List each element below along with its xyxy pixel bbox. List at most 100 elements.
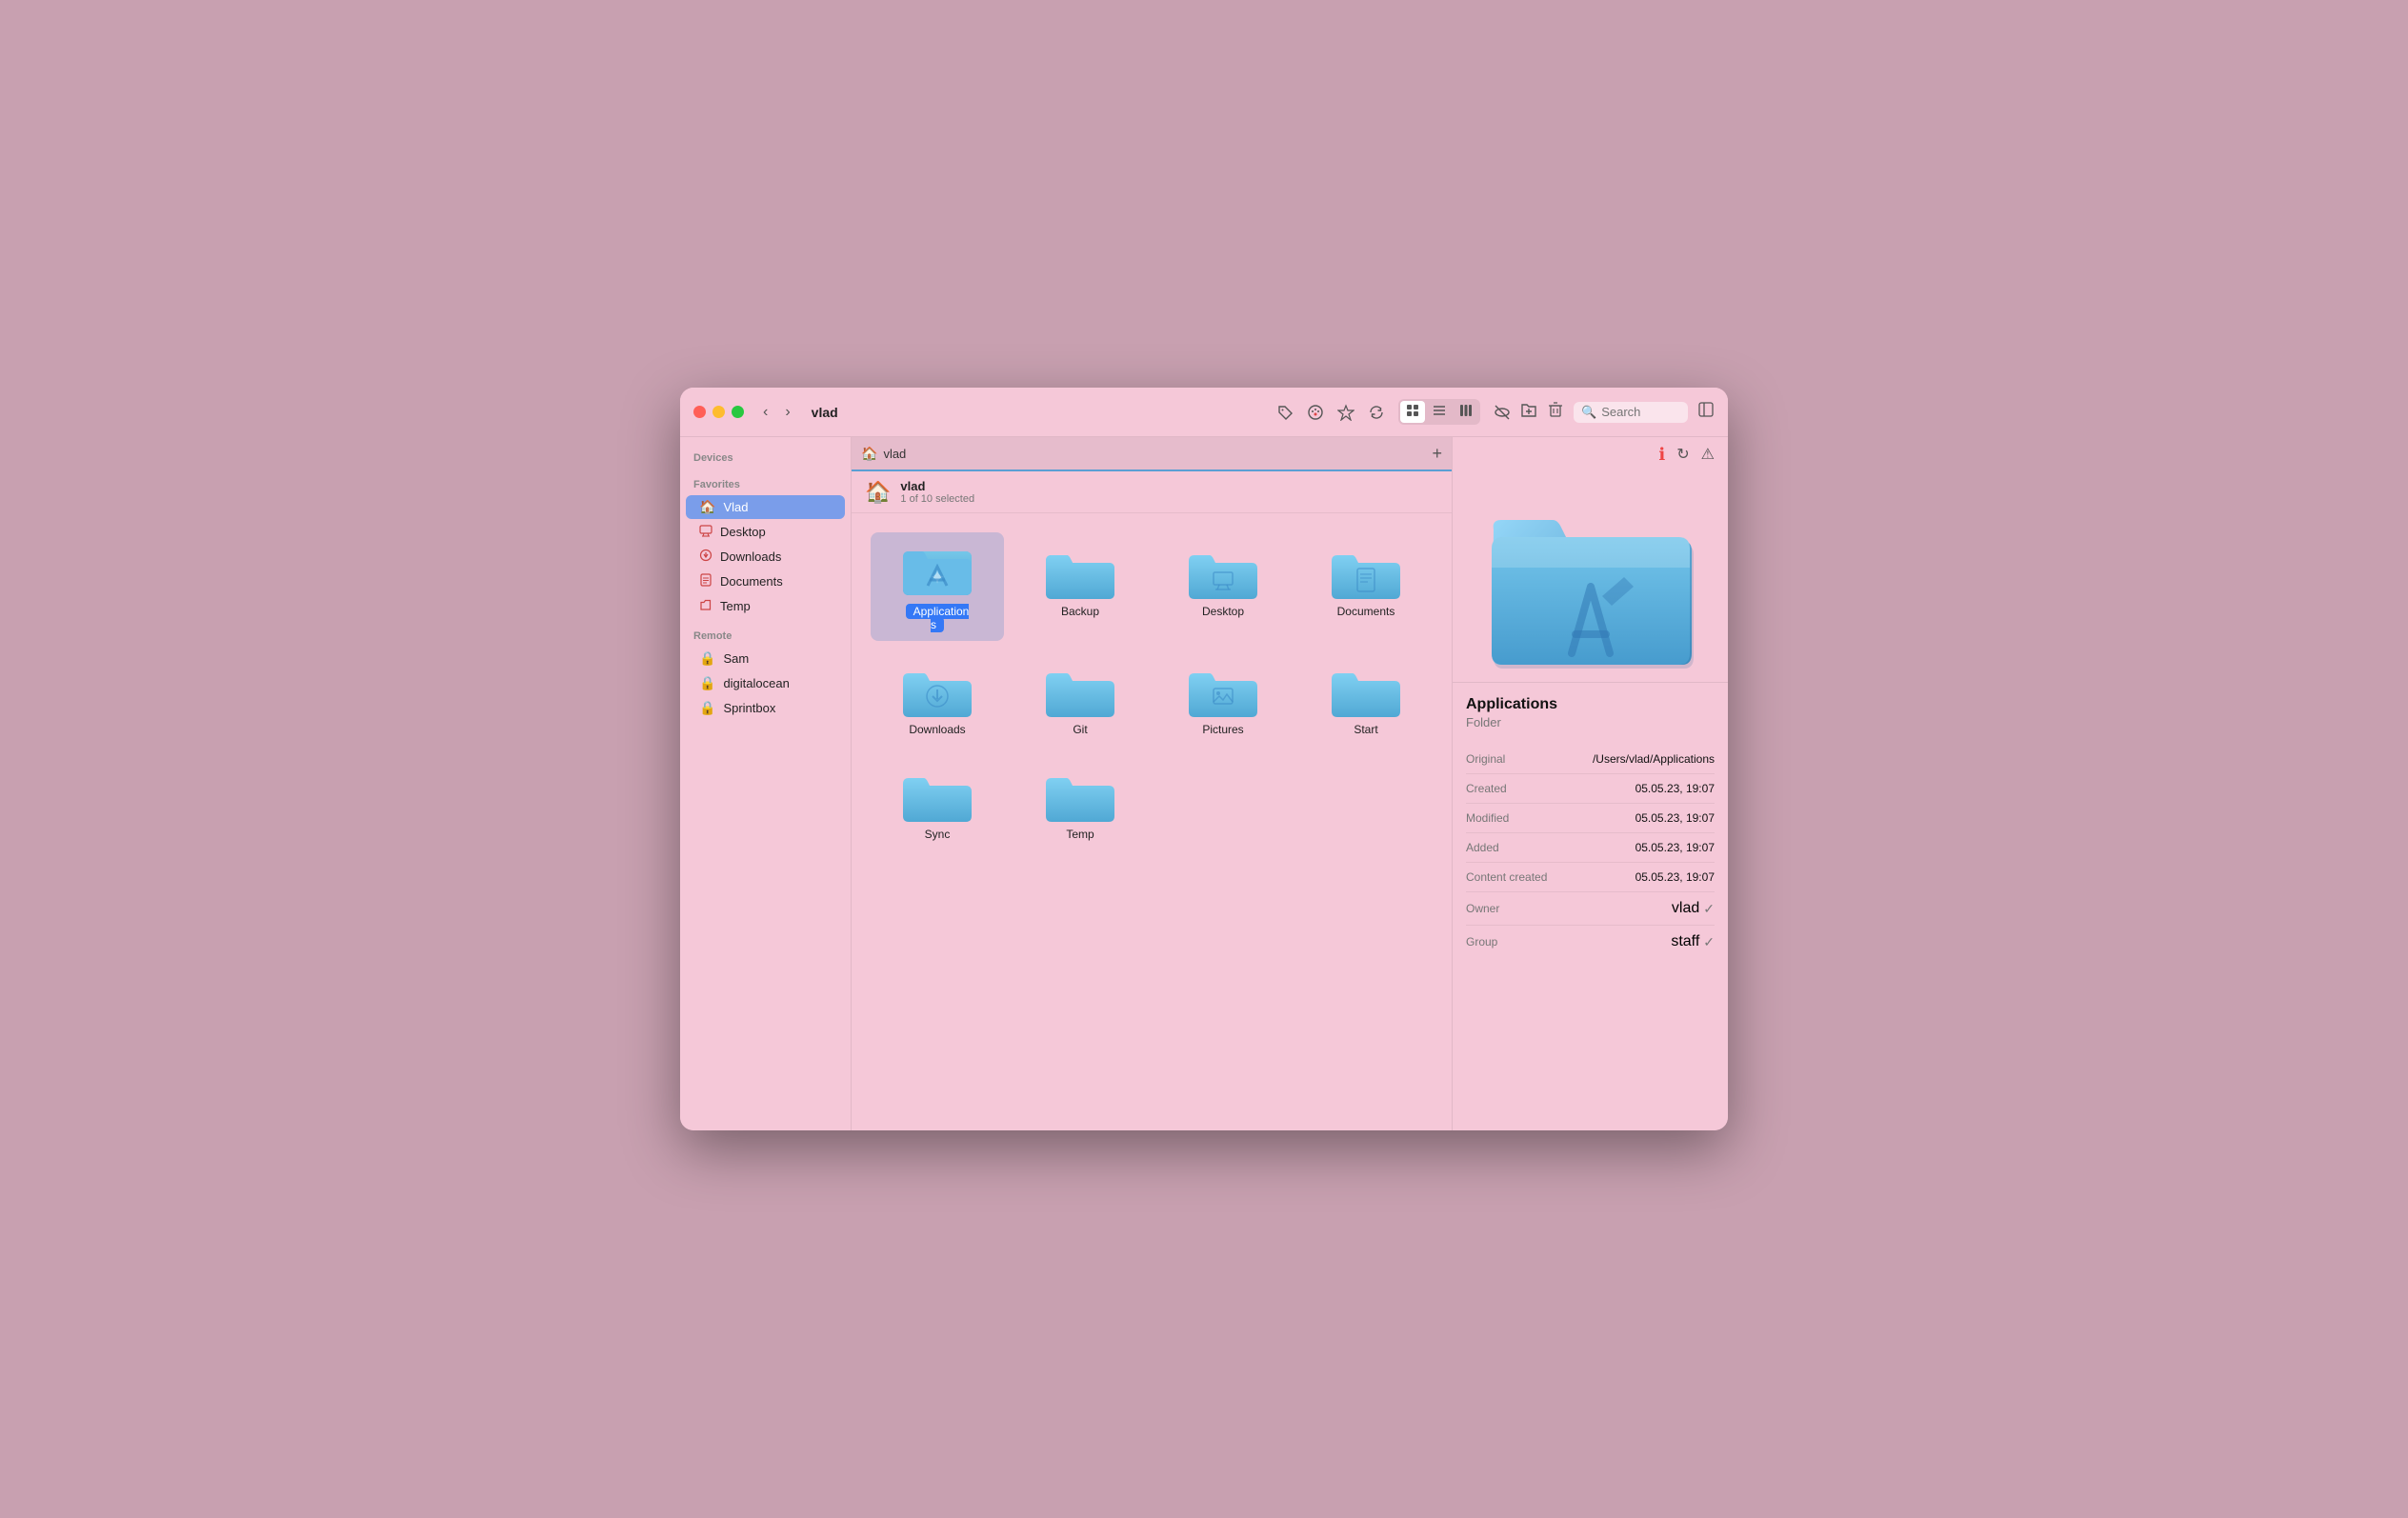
content-area: Devices Favorites 🏠 Vlad Desktop Downloa…: [680, 437, 1728, 1130]
sidebar-label-temp: Temp: [720, 599, 751, 613]
folder-header-info: vlad 1 of 10 selected: [900, 479, 974, 505]
sidebar: Devices Favorites 🏠 Vlad Desktop Downloa…: [680, 437, 852, 1130]
inspector-key-created: Created: [1466, 782, 1507, 795]
inspector-preview: [1453, 472, 1728, 683]
inspector-key-modified: Modified: [1466, 811, 1509, 825]
path-text: vlad: [883, 447, 906, 461]
inspector-val-content-created: 05.05.23, 19:07: [1635, 870, 1715, 884]
sidebar-section-devices: Devices: [680, 449, 851, 468]
hide-icon[interactable]: [1494, 404, 1511, 421]
inspector-val-added: 05.05.23, 19:07: [1635, 841, 1715, 854]
file-area: 🏠 vlad + 🏠 vlad 1 of 10 selected: [852, 437, 1452, 1130]
inspector-row-owner: Owner vlad ✓: [1466, 892, 1715, 926]
sidebar-item-vlad[interactable]: 🏠 Vlad: [686, 495, 845, 519]
tag-icon[interactable]: [1276, 404, 1294, 421]
sidebar-toggle-icon[interactable]: [1697, 401, 1715, 423]
sidebar-label-sam: Sam: [723, 651, 749, 666]
file-item-git[interactable]: Git: [1013, 650, 1147, 746]
file-item-start[interactable]: Start: [1299, 650, 1433, 746]
search-input[interactable]: [1601, 405, 1677, 419]
trash-icon[interactable]: [1547, 401, 1564, 423]
lock-sam-icon: 🔒: [699, 650, 715, 667]
applications-badge: Applications: [906, 604, 970, 632]
inspector-val-modified: 05.05.23, 19:07: [1635, 811, 1715, 825]
inspector-key-group: Group: [1466, 935, 1497, 949]
list-view-button[interactable]: [1427, 401, 1452, 423]
file-label-documents: Documents: [1337, 605, 1395, 618]
folder-header: 🏠 vlad 1 of 10 selected: [852, 471, 1452, 513]
icon-view-button[interactable]: [1400, 401, 1425, 423]
sidebar-label-digitalocean: digitalocean: [723, 676, 789, 690]
folder-header-home-icon: 🏠: [865, 480, 891, 505]
fullscreen-button[interactable]: [732, 406, 744, 418]
path-bar: 🏠 vlad +: [852, 437, 1452, 471]
lock-sprintbox-icon: 🔒: [699, 700, 715, 716]
file-item-applications[interactable]: ✦ Applications: [871, 532, 1004, 641]
inspector-subtitle: Folder: [1466, 715, 1715, 729]
documents-icon: [699, 573, 712, 589]
sidebar-item-desktop[interactable]: Desktop: [686, 520, 845, 544]
file-item-sync[interactable]: Sync: [871, 755, 1004, 850]
sidebar-item-documents[interactable]: Documents: [686, 569, 845, 593]
action-icons: [1520, 401, 1564, 423]
sidebar-item-downloads[interactable]: Downloads: [686, 545, 845, 569]
file-label-backup: Backup: [1061, 605, 1099, 618]
inspector-row-group: Group staff ✓: [1466, 926, 1715, 958]
inspector-val-created: 05.05.23, 19:07: [1635, 782, 1715, 795]
inspector-info: Applications Folder Original /Users/vlad…: [1453, 683, 1728, 971]
inspector-row-content-created: Content created 05.05.23, 19:07: [1466, 863, 1715, 892]
window-title: vlad: [812, 405, 838, 420]
file-label-start: Start: [1354, 723, 1377, 736]
file-item-backup[interactable]: Backup: [1013, 532, 1147, 641]
file-label-sync: Sync: [925, 828, 951, 841]
search-icon: 🔍: [1581, 405, 1596, 420]
inspector-key-owner: Owner: [1466, 902, 1499, 915]
sidebar-label-sprintbox: Sprintbox: [723, 701, 775, 715]
sync-icon[interactable]: [1368, 404, 1385, 421]
inspector-row-original: Original /Users/vlad/Applications: [1466, 745, 1715, 774]
minimize-button[interactable]: [712, 406, 725, 418]
toolbar-icons: [1276, 399, 1511, 425]
view-controls: [1398, 399, 1480, 425]
inspector-val-group: staff ✓: [1671, 933, 1715, 950]
path-home-icon: 🏠: [861, 446, 877, 462]
file-item-desktop[interactable]: Desktop: [1156, 532, 1290, 641]
desktop-icon: [699, 524, 712, 540]
sidebar-section-favorites: Favorites: [680, 475, 851, 494]
file-item-documents[interactable]: Documents: [1299, 532, 1433, 641]
sidebar-item-temp[interactable]: Temp: [686, 594, 845, 618]
inspector-toolbar: ℹ ↻ ⚠: [1453, 437, 1728, 472]
file-item-temp[interactable]: Temp: [1013, 755, 1147, 850]
file-item-downloads[interactable]: Downloads: [871, 650, 1004, 746]
forward-button[interactable]: ›: [781, 402, 793, 423]
file-label-pictures: Pictures: [1202, 723, 1243, 736]
sidebar-item-sprintbox[interactable]: 🔒 Sprintbox: [686, 696, 845, 720]
sidebar-item-digitalocean[interactable]: 🔒 digitalocean: [686, 671, 845, 695]
column-view-button[interactable]: [1454, 401, 1478, 423]
inspector-sync-icon[interactable]: ↻: [1676, 445, 1689, 465]
warning-icon[interactable]: ⚠: [1701, 445, 1715, 465]
new-folder-icon[interactable]: [1520, 401, 1537, 423]
inspector-key-content-created: Content created: [1466, 870, 1547, 884]
close-button[interactable]: [693, 406, 706, 418]
titlebar: ‹ › vlad: [680, 388, 1728, 437]
search-box[interactable]: 🔍: [1574, 402, 1688, 423]
file-label-desktop: Desktop: [1202, 605, 1244, 618]
star-icon[interactable]: [1337, 404, 1354, 421]
inspector-title: Applications: [1466, 696, 1715, 713]
sidebar-item-sam[interactable]: 🔒 Sam: [686, 647, 845, 670]
palette-icon[interactable]: [1307, 404, 1324, 421]
info-icon[interactable]: ℹ: [1658, 445, 1665, 465]
file-item-pictures[interactable]: Pictures: [1156, 650, 1290, 746]
sidebar-label-documents: Documents: [720, 574, 783, 589]
path-add-button[interactable]: +: [1432, 444, 1442, 464]
lock-digitalocean-icon: 🔒: [699, 675, 715, 691]
temp-icon: [699, 598, 712, 614]
back-button[interactable]: ‹: [759, 402, 772, 423]
inspector-row-modified: Modified 05.05.23, 19:07: [1466, 804, 1715, 833]
file-label-applications: Applications: [899, 605, 975, 631]
inspector-row-added: Added 05.05.23, 19:07: [1466, 833, 1715, 863]
files-grid: ✦ Applications: [852, 513, 1452, 1130]
inspector-val-owner: vlad ✓: [1672, 900, 1715, 917]
downloads-icon: [699, 549, 712, 565]
